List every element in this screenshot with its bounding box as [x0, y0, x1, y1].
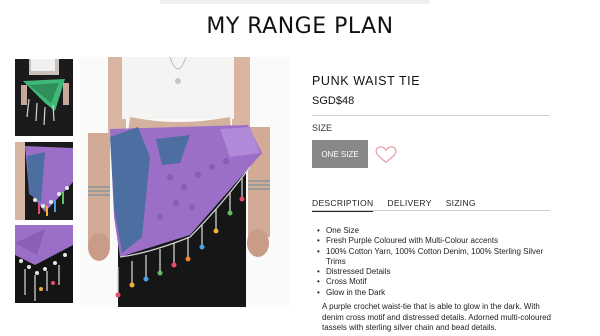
heart-icon[interactable]	[375, 146, 397, 164]
tabs-divider	[312, 210, 550, 211]
top-strip	[160, 0, 430, 4]
thumbnail-1[interactable]	[15, 59, 73, 136]
brand-title: MY RANGE PLAN	[206, 14, 394, 39]
thumbnail-2[interactable]	[15, 142, 73, 220]
product-price: SGD$48	[312, 95, 355, 107]
main-product-image	[80, 57, 290, 307]
thumbnail-3[interactable]	[15, 225, 73, 303]
feature-item: 100% Cotton Yarn, 100% Cotton Denim, 100…	[317, 247, 553, 268]
product-description: A purple crochet waist-tie that is able …	[322, 302, 551, 332]
feature-item: One Size	[317, 226, 553, 237]
size-label: SIZE	[312, 123, 333, 133]
feature-item: Cross Motif	[317, 277, 553, 288]
feature-item: Distressed Details	[317, 267, 553, 278]
feature-item: Fresh Purple Coloured with Multi-Colour …	[317, 236, 553, 247]
divider	[312, 115, 550, 116]
size-option-button[interactable]: ONE SIZE	[312, 140, 368, 168]
feature-item: Glow in the Dark	[317, 288, 553, 299]
product-name: PUNK WAIST TIE	[312, 74, 421, 88]
feature-list: One Size Fresh Purple Coloured with Mult…	[317, 226, 553, 298]
